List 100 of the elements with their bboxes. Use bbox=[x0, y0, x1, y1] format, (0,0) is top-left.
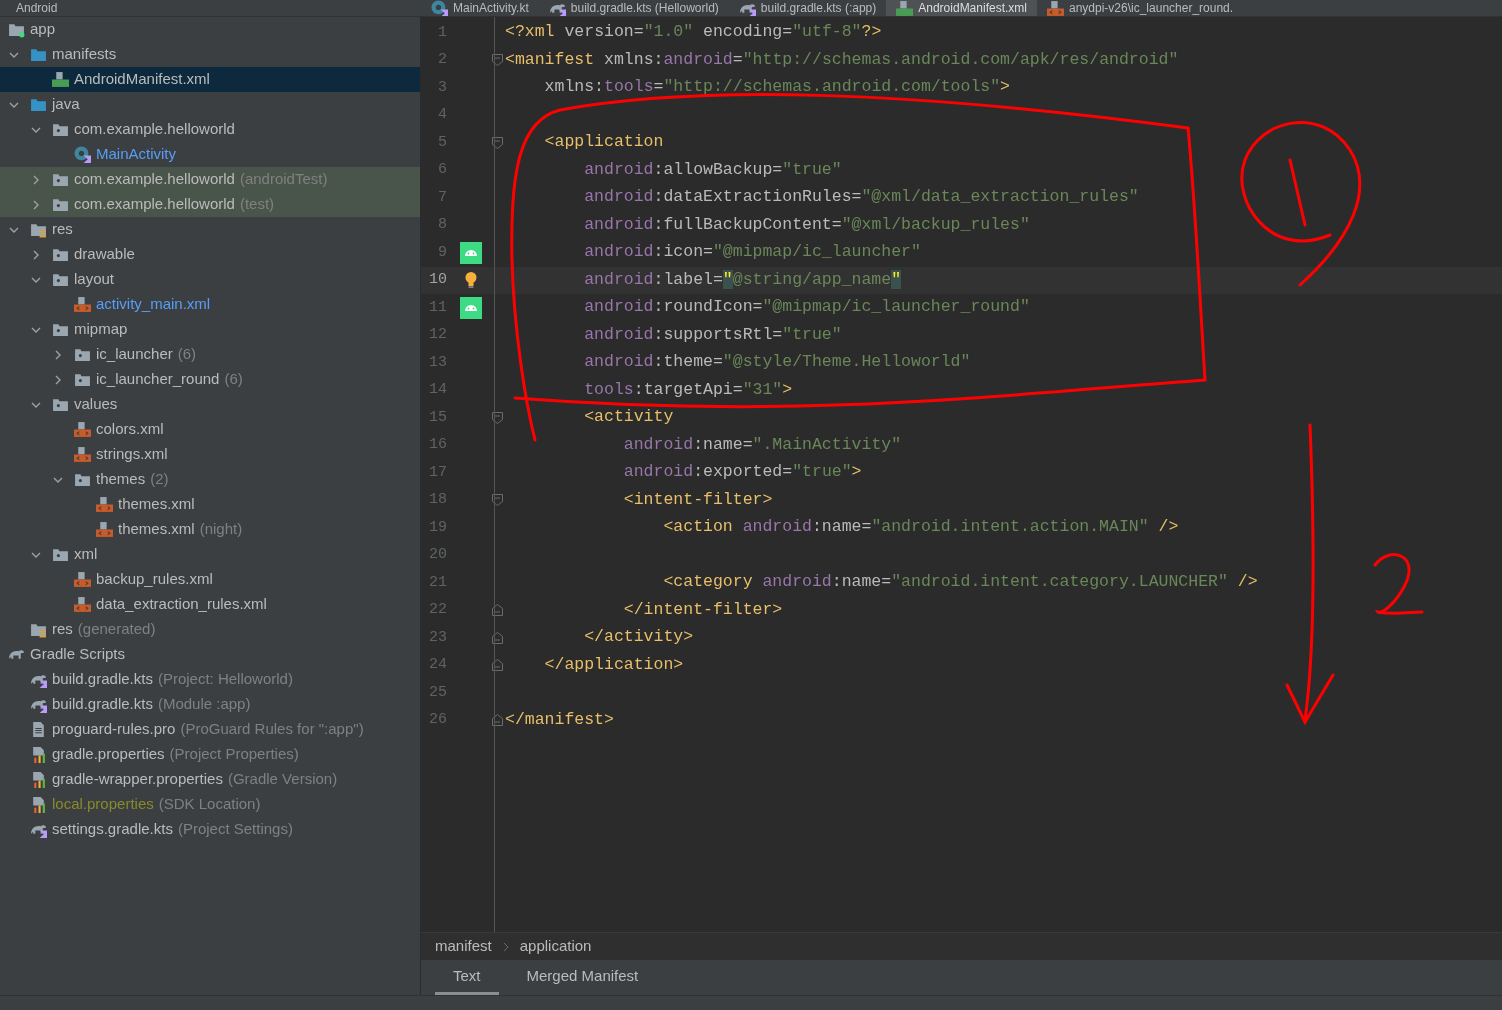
tree-item[interactable]: layout bbox=[0, 267, 420, 292]
tree-item[interactable]: AndroidManifest.xml bbox=[0, 67, 420, 92]
lightbulb-icon[interactable] bbox=[464, 271, 478, 290]
code-line: android:fullBackupContent="@xml/backup_rules" bbox=[583, 213, 1030, 236]
view-selector[interactable]: Android bbox=[16, 1, 58, 15]
resource-folder-icon bbox=[30, 221, 47, 238]
tree-item[interactable]: app bbox=[0, 17, 420, 42]
tree-item[interactable]: com.example.helloworld bbox=[0, 117, 420, 142]
tree-item[interactable]: settings.gradle.kts (Project Settings) bbox=[0, 817, 420, 842]
tree-item[interactable]: ic_launcher (6) bbox=[0, 342, 420, 367]
view-tab[interactable]: Merged Manifest bbox=[508, 960, 657, 995]
folder-icon bbox=[52, 271, 69, 288]
code-line: android:name=".MainActivity" bbox=[622, 433, 902, 456]
class-icon bbox=[74, 146, 91, 163]
tree-item[interactable]: themes.xml (night) bbox=[0, 517, 420, 542]
tree-item[interactable]: values bbox=[0, 392, 420, 417]
tree-item[interactable]: drawable bbox=[0, 242, 420, 267]
fold-icon[interactable] bbox=[491, 136, 503, 149]
fold-icon[interactable] bbox=[491, 714, 503, 727]
tree-item[interactable]: gradle-wrapper.properties (Gradle Version) bbox=[0, 767, 420, 792]
folder-icon bbox=[52, 321, 69, 338]
tree-item[interactable]: res (generated) bbox=[0, 617, 420, 642]
properties-file-icon bbox=[30, 746, 47, 763]
code-line: android:icon="@mipmap/ic_launcher" bbox=[583, 241, 921, 264]
folder-icon bbox=[74, 346, 91, 363]
resource-folder-icon bbox=[30, 621, 47, 638]
tree-item[interactable]: proguard-rules.pro (ProGuard Rules for ":app") bbox=[0, 717, 420, 742]
line-number: 26 bbox=[428, 710, 447, 730]
line-number: 14 bbox=[428, 380, 447, 400]
line-number: 16 bbox=[428, 435, 447, 455]
folder-icon bbox=[52, 196, 69, 213]
xml-file-icon bbox=[96, 496, 113, 513]
line-number: 3 bbox=[437, 77, 447, 98]
tree-item[interactable]: strings.xml bbox=[0, 442, 420, 467]
fold-icon[interactable] bbox=[491, 54, 503, 67]
tree-item[interactable]: gradle.properties (Project Properties) bbox=[0, 742, 420, 767]
tree-item[interactable]: themes (2) bbox=[0, 467, 420, 492]
fold-icon[interactable] bbox=[491, 604, 503, 617]
line-number: 13 bbox=[428, 352, 447, 373]
folder-icon bbox=[52, 171, 69, 188]
line-number: 20 bbox=[428, 545, 447, 565]
tree-item[interactable]: mipmap bbox=[0, 317, 420, 342]
xml-file-icon bbox=[74, 596, 91, 613]
fold-icon[interactable] bbox=[491, 494, 503, 507]
tree-item[interactable]: MainActivity bbox=[0, 142, 420, 167]
line-number: 10 bbox=[428, 270, 447, 290]
tree-item[interactable]: local.properties (SDK Location) bbox=[0, 792, 420, 817]
code-line: <?xml version="1.0" encoding="utf-8"?> bbox=[505, 21, 882, 44]
fold-icon[interactable] bbox=[491, 411, 503, 424]
manifest-file-icon bbox=[896, 0, 914, 16]
code-editor[interactable] bbox=[421, 17, 1502, 932]
tree-item[interactable]: java bbox=[0, 92, 420, 117]
code-line: tools:targetApi="31"> bbox=[583, 378, 793, 401]
code-line: android:label="@string/app_name" bbox=[583, 268, 902, 291]
module-folder-icon bbox=[8, 21, 25, 38]
editor-tab[interactable]: anydpi-v26\ic_launcher_round. bbox=[1037, 0, 1244, 16]
code-line: <manifest xmlns:android="http://schemas.android.com/apk/res/android" bbox=[505, 48, 1179, 71]
tree-item[interactable]: manifests bbox=[0, 42, 420, 67]
properties-file-icon bbox=[30, 796, 47, 813]
code-line: <category android:name="android.intent.category.LAUNCHER" /> bbox=[662, 571, 1258, 594]
line-number: 11 bbox=[428, 297, 447, 318]
code-line: <activity bbox=[583, 406, 674, 429]
line-number: 21 bbox=[428, 572, 447, 593]
code-line: <action android:name="android.intent.action.MAIN" /> bbox=[662, 516, 1179, 539]
tree-item[interactable]: data_extraction_rules.xml bbox=[0, 592, 420, 617]
tree-item[interactable]: colors.xml bbox=[0, 417, 420, 442]
tree-item[interactable]: activity_main.xml bbox=[0, 292, 420, 317]
xml-file-icon bbox=[74, 421, 91, 438]
tree-item[interactable]: build.gradle.kts (Project: Helloworld) bbox=[0, 667, 420, 692]
tree-item[interactable]: Gradle Scripts bbox=[0, 642, 420, 667]
editor-tab[interactable]: build.gradle.kts (:app) bbox=[728, 0, 887, 16]
tree-item[interactable]: backup_rules.xml bbox=[0, 567, 420, 592]
fold-icon[interactable] bbox=[491, 631, 503, 644]
line-number: 2 bbox=[437, 50, 447, 70]
xml-file-icon bbox=[74, 446, 91, 463]
tree-item[interactable]: build.gradle.kts (Module :app) bbox=[0, 692, 420, 717]
manifest-file-icon bbox=[52, 71, 69, 88]
breadcrumb-item[interactable]: application bbox=[519, 935, 592, 958]
folder-icon bbox=[74, 371, 91, 388]
breadcrumb-item[interactable]: manifest bbox=[435, 935, 492, 958]
tree-item[interactable]: res bbox=[0, 217, 420, 242]
chevron-icon bbox=[501, 941, 510, 952]
fold-icon[interactable] bbox=[491, 659, 503, 672]
text-file-icon bbox=[30, 721, 47, 738]
line-number: 15 bbox=[428, 407, 447, 428]
android-icon[interactable] bbox=[460, 296, 482, 319]
tree-item[interactable]: xml bbox=[0, 542, 420, 567]
line-number: 17 bbox=[428, 462, 447, 483]
folder-icon bbox=[52, 546, 69, 563]
android-icon[interactable] bbox=[460, 241, 482, 264]
editor-tab[interactable]: MainActivity.kt bbox=[421, 0, 539, 16]
code-line: <application bbox=[543, 131, 664, 154]
editor-tab[interactable]: build.gradle.kts (Helloworld) bbox=[538, 0, 729, 16]
tree-item[interactable]: themes.xml bbox=[0, 492, 420, 517]
xml-file-icon bbox=[74, 296, 91, 313]
tree-item[interactable]: ic_launcher_round (6) bbox=[0, 367, 420, 392]
code-line: </application> bbox=[543, 653, 684, 676]
editor-tab[interactable]: AndroidManifest.xml bbox=[886, 0, 1037, 16]
code-line: </manifest> bbox=[505, 708, 614, 731]
line-number: 23 bbox=[428, 627, 447, 648]
